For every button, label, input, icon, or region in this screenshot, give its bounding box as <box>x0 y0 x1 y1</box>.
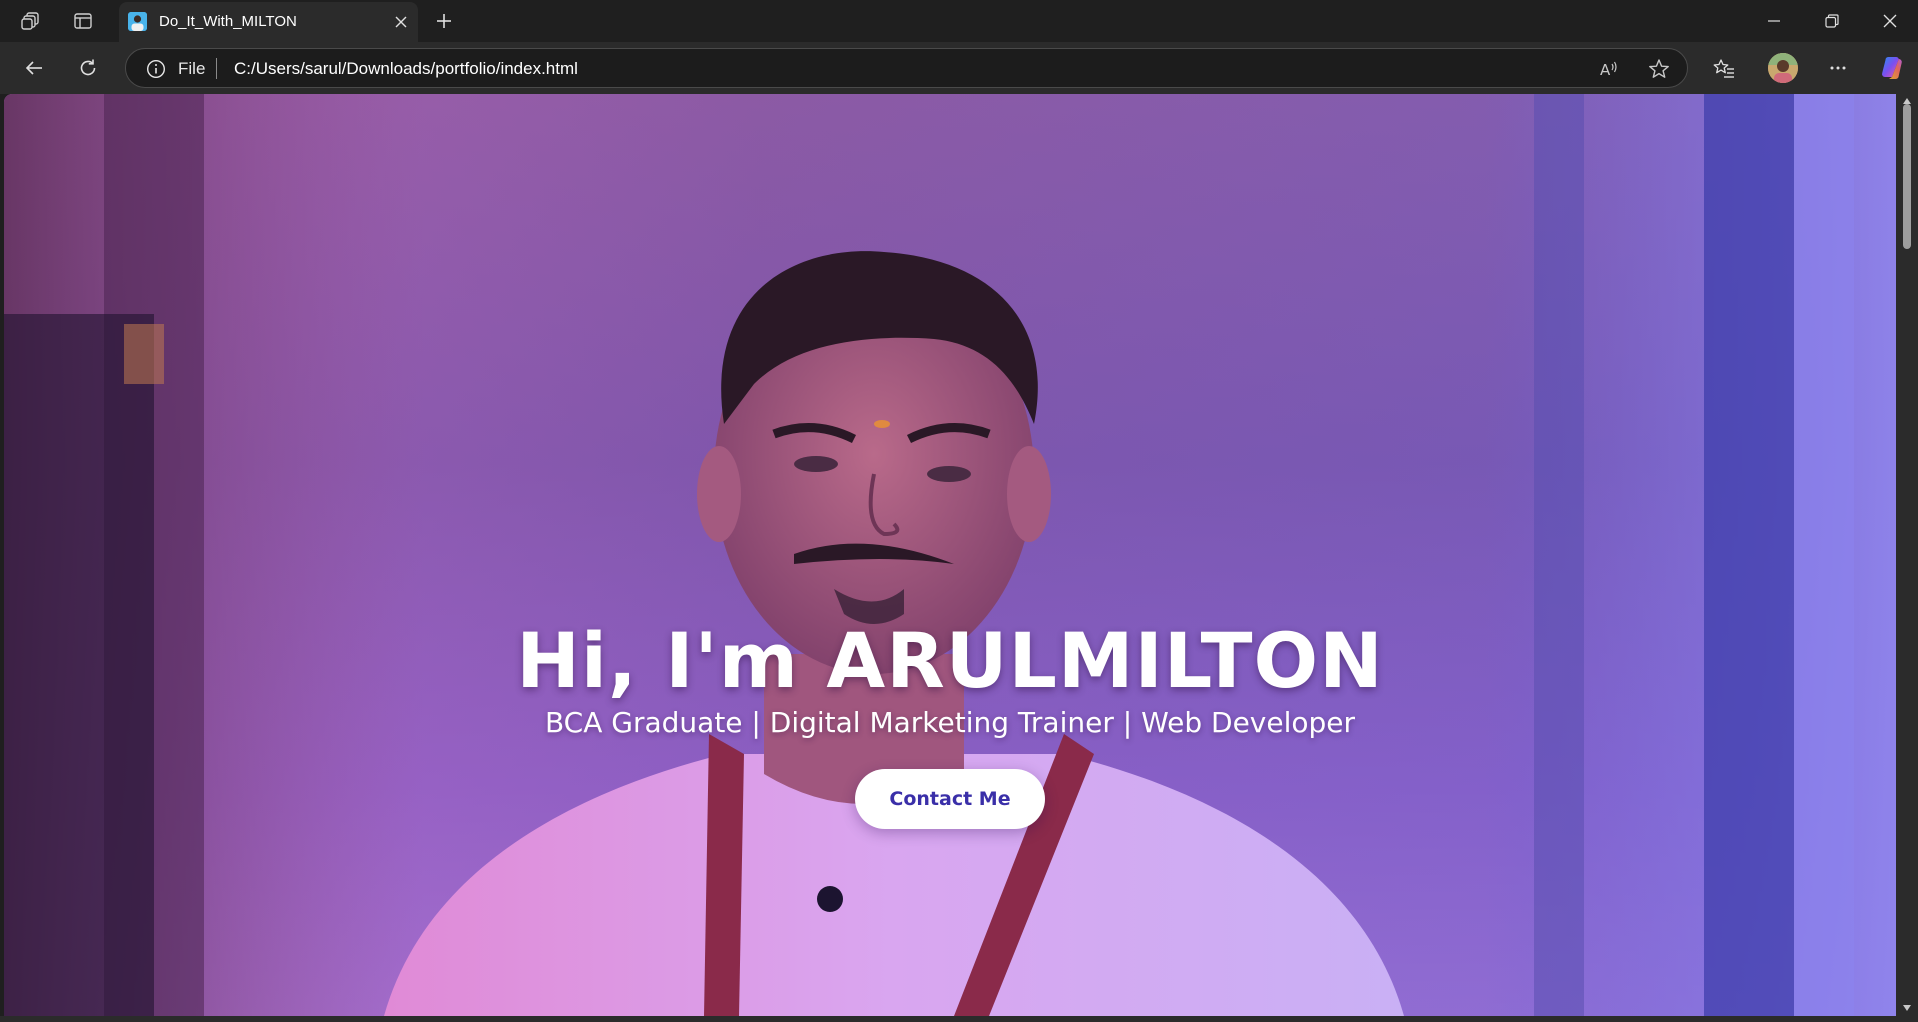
vertical-tabs-icon[interactable] <box>65 6 101 36</box>
minimize-icon[interactable] <box>1746 0 1802 42</box>
address-separator <box>216 58 217 79</box>
page-viewport: Hi, I'm ARULMILTON BCA Graduate | Digita… <box>4 94 1896 1016</box>
workspaces-icon[interactable] <box>13 6 49 36</box>
tab-close-icon[interactable] <box>390 11 412 33</box>
tab-favicon <box>128 12 147 31</box>
address-url[interactable]: C:/Users/sarul/Downloads/portfolio/index… <box>234 59 578 79</box>
title-bar: Do_It_With_MILTON <box>0 0 1918 42</box>
address-scheme-label: File <box>178 59 206 78</box>
contact-me-button[interactable]: Contact Me <box>855 769 1045 829</box>
svg-text:A: A <box>1600 61 1611 79</box>
avatar[interactable] <box>1768 53 1798 83</box>
page-scrollbar[interactable] <box>1896 94 1918 1016</box>
more-icon[interactable] <box>1820 51 1856 85</box>
browser-toolbar: File C:/Users/sarul/Downloads/portfolio/… <box>0 42 1918 94</box>
hero-background-photo <box>4 94 1896 1016</box>
tab-active[interactable]: Do_It_With_MILTON <box>119 2 418 42</box>
scroll-down-icon[interactable] <box>1901 1003 1913 1013</box>
hero-section: Hi, I'm ARULMILTON BCA Graduate | Digita… <box>4 94 1896 1016</box>
favorites-icon[interactable] <box>1706 51 1742 85</box>
hero-heading: Hi, I'm ARULMILTON <box>516 616 1384 705</box>
tab-title: Do_It_With_MILTON <box>159 13 297 30</box>
restore-icon[interactable] <box>1804 0 1860 42</box>
info-icon[interactable] <box>146 59 166 79</box>
scroll-thumb[interactable] <box>1903 104 1911 249</box>
plus-icon[interactable] <box>427 6 461 36</box>
read-aloud-icon[interactable]: A <box>1597 57 1621 81</box>
hero-subtitle: BCA Graduate | Digital Marketing Trainer… <box>544 706 1356 739</box>
window-bottom-edge <box>0 1016 1918 1022</box>
back-arrow-icon[interactable] <box>16 51 52 85</box>
copilot-icon[interactable] <box>1874 51 1910 85</box>
close-icon[interactable] <box>1862 0 1918 42</box>
star-icon[interactable] <box>1647 57 1671 81</box>
address-bar[interactable]: File C:/Users/sarul/Downloads/portfolio/… <box>125 48 1688 88</box>
refresh-icon[interactable] <box>70 51 106 85</box>
